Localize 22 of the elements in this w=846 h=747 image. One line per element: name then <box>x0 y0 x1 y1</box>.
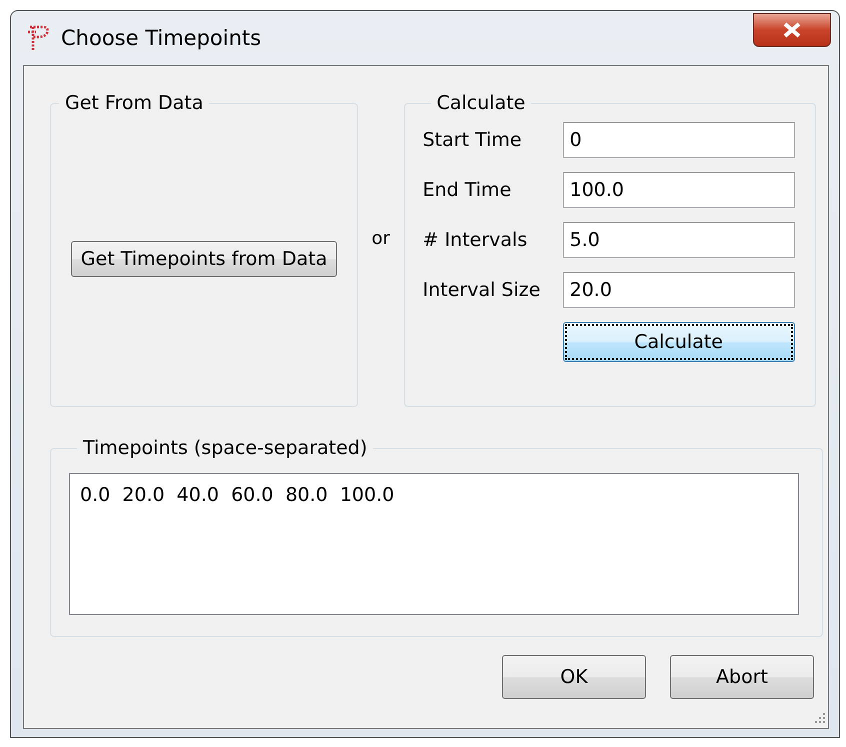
group-title: Calculate <box>436 92 526 114</box>
window-title: Choose Timepoints <box>61 26 262 50</box>
dialog-button[interactable]: OK <box>502 655 646 699</box>
resize-grip-icon <box>815 713 825 723</box>
close-button[interactable] <box>753 13 831 47</box>
group-title: Timepoints (space-separated) <box>82 437 368 459</box>
or-label: or <box>372 228 390 249</box>
input-field[interactable]: 0 <box>562 122 795 158</box>
field-label: # Intervals <box>422 229 528 251</box>
dialog-button[interactable]: Abort <box>670 655 814 699</box>
close-icon <box>781 21 803 39</box>
group-title: Get From Data <box>64 92 204 114</box>
input-field[interactable]: 100.0 <box>562 172 795 208</box>
get-timepoints-button[interactable]: Get Timepoints from Data <box>71 241 338 277</box>
field-label: Start Time <box>422 129 523 151</box>
field-label: Interval Size <box>422 279 542 301</box>
input-field[interactable]: 20.0 <box>562 272 795 308</box>
input-field[interactable]: 5.0 <box>562 222 795 258</box>
app-icon <box>25 24 51 52</box>
calculate-button[interactable]: Calculate <box>562 322 795 362</box>
timepoints-field[interactable]: 0.0 20.0 40.0 60.0 80.0 100.0 <box>69 473 799 615</box>
field-label: End Time <box>422 179 512 201</box>
